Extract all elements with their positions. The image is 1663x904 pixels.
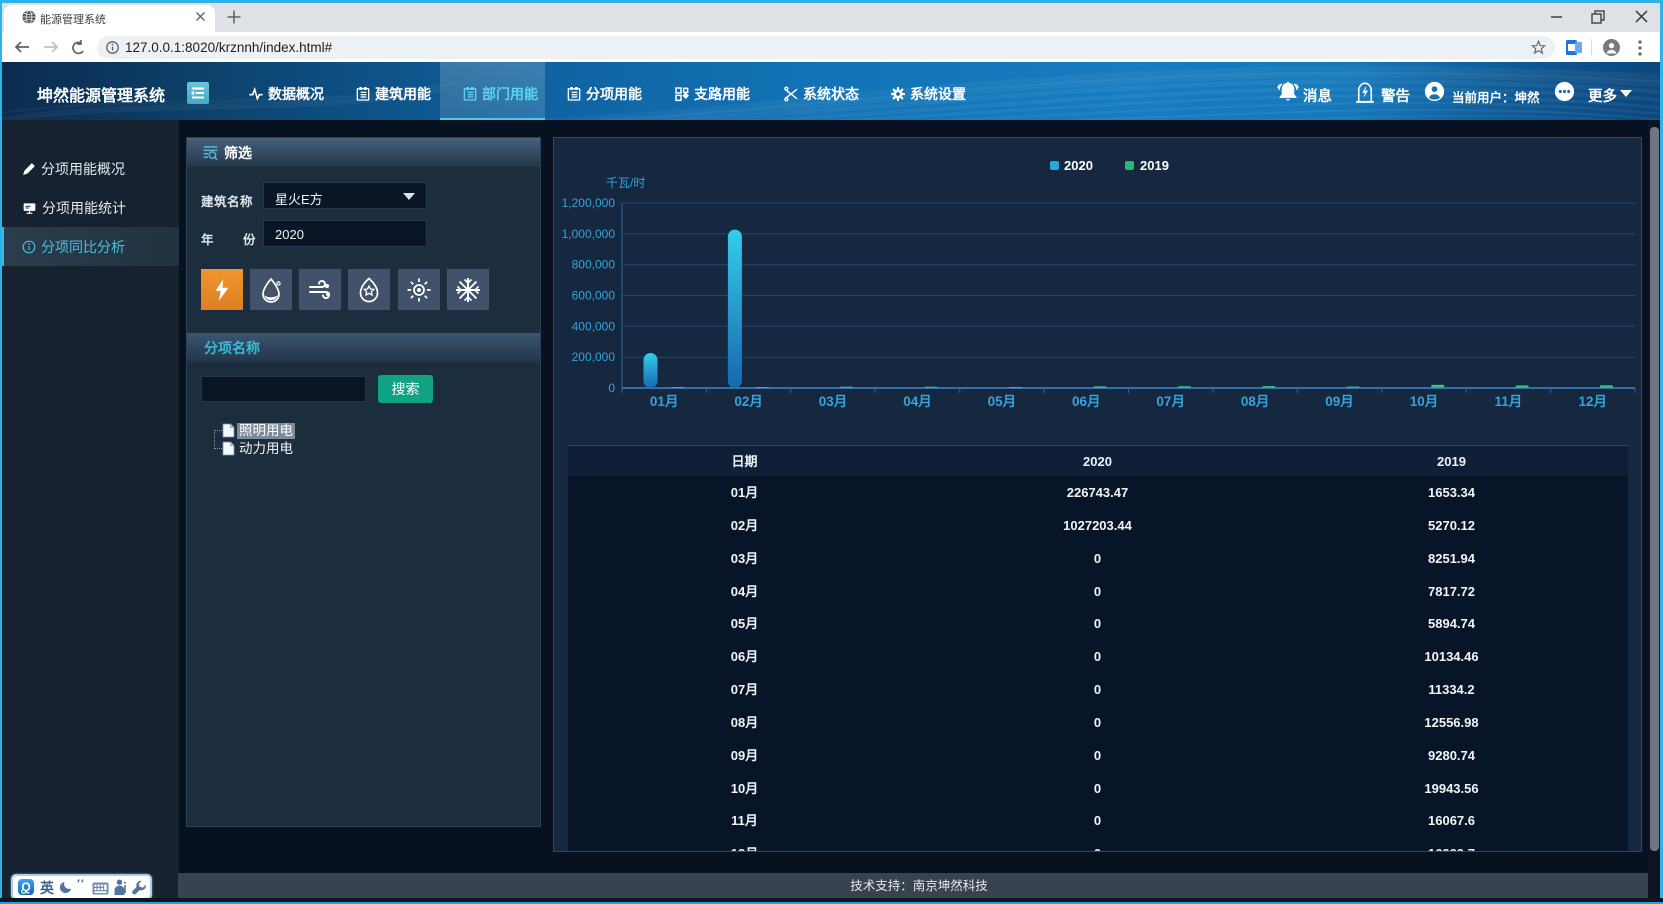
svg-text:2019: 2019 — [1140, 158, 1169, 173]
svg-text:2020: 2020 — [1064, 158, 1093, 173]
svg-text:09月: 09月 — [1325, 394, 1354, 409]
svg-text:11月: 11月 — [1495, 394, 1523, 409]
svg-text:1,200,000: 1,200,000 — [562, 196, 616, 210]
svg-text:10月: 10月 — [1410, 394, 1439, 409]
svg-text:02月: 02月 — [734, 394, 763, 409]
svg-text:04月: 04月 — [903, 394, 932, 409]
svg-text:0: 0 — [608, 381, 615, 395]
svg-text:07月: 07月 — [1156, 394, 1185, 409]
svg-text:12月: 12月 — [1579, 394, 1608, 409]
svg-text:08月: 08月 — [1241, 394, 1270, 409]
svg-text:200,000: 200,000 — [572, 350, 616, 364]
svg-text:千瓦/时: 千瓦/时 — [606, 176, 645, 190]
svg-text:400,000: 400,000 — [572, 319, 616, 333]
svg-text:06月: 06月 — [1072, 394, 1101, 409]
svg-text:800,000: 800,000 — [572, 258, 616, 272]
svg-text:1,000,000: 1,000,000 — [562, 227, 616, 241]
svg-text:05月: 05月 — [988, 394, 1017, 409]
svg-text:01月: 01月 — [650, 394, 679, 409]
svg-text:600,000: 600,000 — [572, 289, 616, 303]
svg-text:03月: 03月 — [819, 394, 848, 409]
